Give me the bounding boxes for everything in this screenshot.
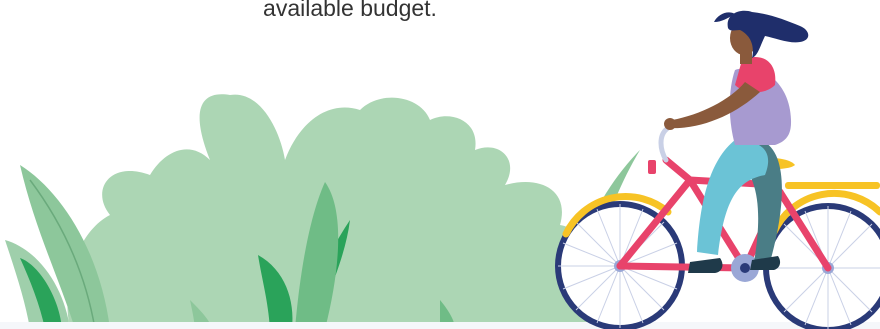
handlebar — [658, 125, 671, 163]
front-rack — [785, 182, 880, 189]
ground — [0, 322, 880, 329]
page: available budget. — [0, 0, 880, 329]
bike-rider-illustration — [0, 10, 880, 329]
rider-shoe-front — [688, 258, 723, 273]
